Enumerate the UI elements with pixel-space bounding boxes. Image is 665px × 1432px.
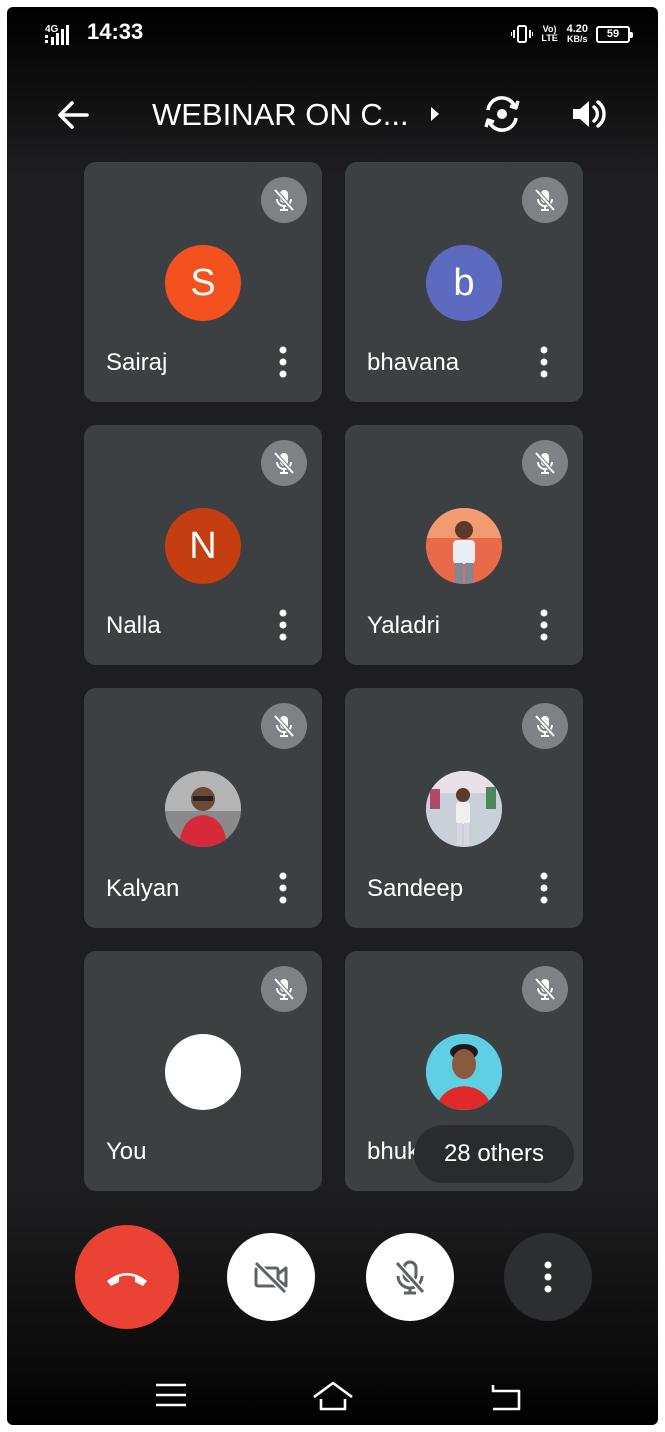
muted-badge: [522, 440, 568, 486]
others-chip[interactable]: 28 others: [414, 1125, 574, 1183]
avatar-photo: [426, 771, 502, 847]
muted-badge: [522, 177, 568, 223]
kebab-icon: [540, 872, 548, 904]
back-nav-icon: [491, 1385, 521, 1411]
arrow-left-icon: [58, 101, 89, 129]
participant-name: You: [106, 1138, 147, 1165]
participant-tile[interactable]: S Sairaj: [84, 162, 322, 402]
person-photo-icon: [426, 508, 502, 584]
avatar-initial: S: [190, 261, 216, 304]
participant-menu-button[interactable]: [276, 607, 290, 643]
phone-hangup-icon: [107, 1273, 147, 1286]
mic-off-icon: [273, 714, 295, 738]
menu-icon: [156, 1383, 186, 1407]
mic-off-icon: [534, 714, 556, 738]
mic-off-icon: [394, 1260, 426, 1295]
participant-tile[interactable]: Yaladri: [345, 425, 583, 665]
caret-right-icon: [431, 107, 439, 121]
mic-off-icon: [534, 451, 556, 475]
meeting-details-button[interactable]: [427, 103, 443, 125]
avatar-photo: [426, 1034, 502, 1110]
participant-name: Yaladri: [367, 612, 440, 639]
person-photo-icon: [426, 1034, 502, 1110]
net-speed-unit: KB/s: [567, 34, 588, 44]
muted-badge: [261, 703, 307, 749]
participant-name: Nalla: [106, 612, 161, 639]
participant-name: bhavana: [367, 349, 460, 376]
net-speed: 4.20 KB/s: [567, 24, 588, 44]
participant-menu-button[interactable]: [276, 870, 290, 906]
avatar-photo: [426, 508, 502, 584]
kebab-icon: [540, 346, 548, 378]
avatar: [165, 1034, 241, 1110]
participant-tile-self[interactable]: You: [84, 951, 322, 1191]
mic-off-icon: [534, 977, 556, 1001]
avatar-initial: N: [189, 524, 217, 567]
participant-tile[interactable]: Sandeep: [345, 688, 583, 928]
participant-menu-button[interactable]: [276, 344, 290, 380]
participant-tile[interactable]: Kalyan: [84, 688, 322, 928]
call-header: WEBINAR ON C...: [7, 77, 658, 153]
more-options-button[interactable]: [504, 1233, 592, 1321]
participant-tile[interactable]: b bhavana: [345, 162, 583, 402]
video-off-icon: [253, 1260, 288, 1295]
back-button[interactable]: [53, 95, 93, 135]
camera-toggle-button[interactable]: [227, 1233, 315, 1321]
nav-home-button[interactable]: [311, 1375, 355, 1415]
nav-recents-button[interactable]: [149, 1375, 193, 1415]
avatar: N: [165, 508, 241, 584]
kebab-icon: [279, 609, 287, 641]
participant-tile[interactable]: N Nalla: [84, 425, 322, 665]
person-photo-icon: [165, 771, 241, 847]
clock: 14:33: [87, 19, 144, 44]
meet-call-screen: 4G 14:33 Vo) LTE 4.20 KB/s 59 WEBINAR ON…: [7, 7, 658, 1425]
person-photo-icon: [426, 771, 502, 847]
nav-back-button[interactable]: [483, 1375, 527, 1415]
muted-badge: [522, 703, 568, 749]
switch-camera-button[interactable]: [479, 91, 525, 137]
flip-camera-icon: [484, 96, 520, 132]
mic-off-icon: [273, 451, 295, 475]
participant-name: Kalyan: [106, 875, 180, 902]
mic-toggle-button[interactable]: [366, 1233, 454, 1321]
kebab-icon: [279, 346, 287, 378]
kebab-icon: [279, 872, 287, 904]
kebab-icon: [544, 1261, 552, 1293]
participant-menu-button[interactable]: [537, 344, 551, 380]
home-icon: [313, 1381, 353, 1411]
muted-badge: [261, 177, 307, 223]
avatar: b: [426, 245, 502, 321]
hangup-button[interactable]: [75, 1225, 179, 1329]
volte-indicator: Vo) LTE: [541, 24, 558, 43]
participant-name: Sairaj: [106, 349, 168, 376]
audio-output-button[interactable]: [567, 93, 609, 135]
avatar-initial: b: [453, 261, 475, 304]
system-nav-bar: [7, 1367, 658, 1425]
muted-badge: [261, 966, 307, 1012]
mic-off-icon: [534, 188, 556, 212]
mic-off-icon: [273, 977, 295, 1001]
battery-indicator: 59: [596, 25, 633, 43]
vibrate-icon: [510, 25, 533, 43]
kebab-icon: [540, 609, 548, 641]
status-right: Vo) LTE 4.20 KB/s 59: [510, 21, 633, 47]
participant-menu-button[interactable]: [537, 870, 551, 906]
avatar: S: [165, 245, 241, 321]
mic-off-icon: [273, 188, 295, 212]
status-bar: 4G 14:33 Vo) LTE 4.20 KB/s 59: [7, 7, 658, 57]
participant-name: Sandeep: [367, 875, 464, 902]
signal-icon: 4G: [45, 21, 85, 47]
participant-menu-button[interactable]: [537, 607, 551, 643]
muted-badge: [261, 440, 307, 486]
muted-badge: [522, 966, 568, 1012]
avatar-photo: [165, 771, 241, 847]
speaker-icon: [573, 100, 606, 128]
meeting-title[interactable]: WEBINAR ON C...: [152, 97, 409, 133]
